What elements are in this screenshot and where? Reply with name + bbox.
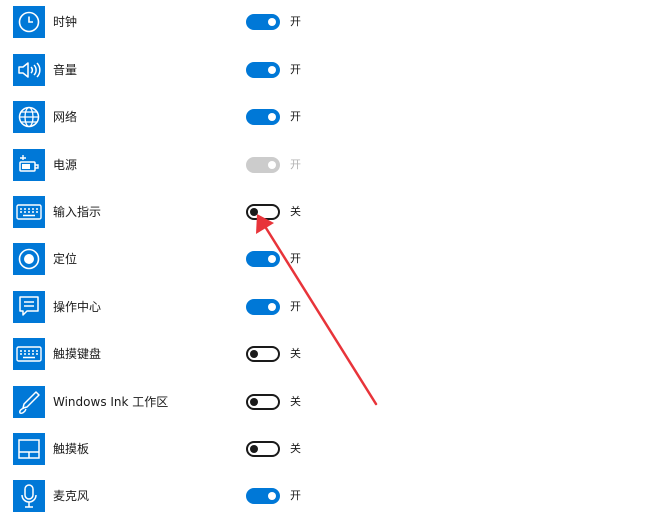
toggle-state-text: 关 [290,395,301,408]
setting-label: 输入指示 [53,205,102,219]
action-center-toggle[interactable] [246,299,280,315]
setting-row-location: 定位 开 [0,243,649,290]
toggle-knob [268,303,276,311]
power-toggle [246,157,280,173]
toggle-state-text: 关 [290,442,301,455]
toggle-state-text: 开 [290,110,301,123]
toggle-state-text: 开 [290,15,301,28]
toggle-knob [250,208,258,216]
setting-label: 时钟 [53,15,78,29]
microphone-toggle[interactable] [246,488,280,504]
toggle-knob [268,113,276,121]
setting-row-microphone: 麦克风 开 [0,480,649,527]
setting-label: 网络 [53,110,78,124]
touchpad-icon [13,433,45,465]
setting-row-clock: 时钟 开 [0,6,649,53]
setting-row-network: 网络 开 [0,101,649,148]
setting-row-touchpad: 触摸板 关 [0,433,649,480]
toggle-knob [268,161,276,169]
setting-label: 定位 [53,252,78,266]
toggle-state-text: 开 [290,158,301,171]
pen-icon [13,386,45,418]
toggle-knob [250,398,258,406]
setting-label: 电源 [53,158,78,172]
microphone-icon [13,480,45,512]
toggle-state-text: 开 [290,300,301,313]
setting-row-input-indicator: 输入指示 关 [0,196,649,243]
globe-icon [13,101,45,133]
toggle-knob [268,492,276,500]
toggle-state-text: 开 [290,489,301,502]
toggle-knob [268,255,276,263]
setting-label: 触摸键盘 [53,347,102,361]
action-center-icon [13,291,45,323]
setting-label: 操作中心 [53,300,102,314]
toggle-knob [268,66,276,74]
location-icon [13,243,45,275]
setting-row-power: 电源 开 [0,149,649,196]
toggle-state-text: 开 [290,252,301,265]
toggle-knob [268,18,276,26]
toggle-state-text: 关 [290,347,301,360]
location-toggle[interactable] [246,251,280,267]
windows-ink-toggle[interactable] [246,394,280,410]
clock-toggle[interactable] [246,14,280,30]
keyboard-icon [13,196,45,228]
setting-label: Windows Ink 工作区 [53,395,169,409]
setting-row-windows-ink: Windows Ink 工作区 关 [0,386,649,433]
touchpad-toggle[interactable] [246,441,280,457]
toggle-knob [250,350,258,358]
setting-row-volume: 音量 开 [0,54,649,101]
setting-label: 麦克风 [53,489,90,503]
power-plug-icon [13,149,45,181]
volume-icon [13,54,45,86]
setting-label: 触摸板 [53,442,90,456]
network-toggle[interactable] [246,109,280,125]
volume-toggle[interactable] [246,62,280,78]
toggle-state-text: 开 [290,63,301,76]
clock-icon [13,6,45,38]
setting-label: 音量 [53,63,78,77]
setting-row-touch-keyboard: 触摸键盘 关 [0,338,649,385]
setting-row-action-center: 操作中心 开 [0,291,649,338]
toggle-knob [250,445,258,453]
touch-keyboard-toggle[interactable] [246,346,280,362]
touch-keyboard-icon [13,338,45,370]
toggle-state-text: 关 [290,205,301,218]
input-indicator-toggle[interactable] [246,204,280,220]
